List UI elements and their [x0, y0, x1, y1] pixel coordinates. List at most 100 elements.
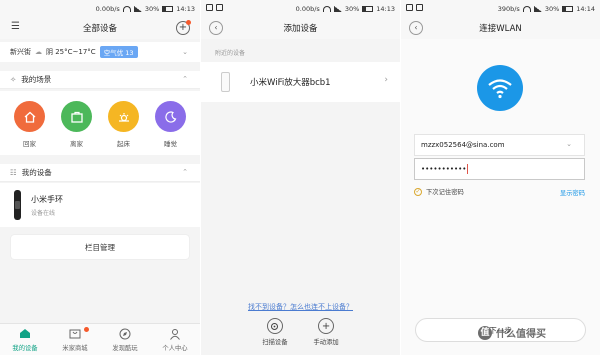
signal-icon [133, 5, 142, 12]
wifi-icon [477, 65, 523, 111]
tab-profile[interactable]: 个人中心 [162, 328, 188, 352]
watermark: 值 什么值得买 [478, 325, 546, 340]
devices-header[interactable]: ☷ 我的设备 ⌃ [0, 164, 200, 182]
tab-discover[interactable]: 发现酷玩 [112, 328, 138, 352]
phone-add-device: 0.00b/s 30% 14:13 ‹ 添加设备 附近的设备 小米WiFi放大器… [201, 0, 400, 355]
scene-label: 离家 [70, 140, 83, 148]
briefcase-icon [61, 101, 92, 132]
remember-password-checkbox[interactable]: ✓ 下次记住密码 [414, 187, 464, 196]
chevron-right-icon: › [384, 75, 388, 85]
tab-label: 发现酷玩 [112, 344, 138, 352]
manage-columns-button[interactable]: 栏目管理 [11, 235, 189, 259]
scene-wake[interactable]: 起床 [108, 101, 139, 155]
back-button[interactable]: ‹ [409, 21, 423, 35]
scan-icon [266, 318, 283, 334]
chevron-up-icon[interactable]: ⌃ [182, 75, 188, 83]
scene-list: 回家 离家 起床 睡觉 [0, 91, 200, 155]
home-icon [14, 101, 45, 132]
person-icon [169, 328, 182, 340]
battery-icon [562, 5, 574, 12]
tab-my-devices[interactable]: 我的设备 [12, 328, 38, 352]
chevron-down-icon[interactable]: ⌄ [566, 140, 572, 148]
signal-icon [333, 5, 342, 12]
scene-label: 回家 [23, 140, 36, 148]
ssid-select[interactable]: mzzx052564@sina.com ⌄ [414, 134, 585, 156]
add-device-button[interactable]: + [176, 20, 191, 35]
weather-bar[interactable]: 新兴街 ☁ 阴 25°C~17°C 空气优 13 ⌄ [0, 42, 200, 62]
status-bar: 0.00b/s 30% 14:13 [0, 0, 200, 17]
battery-icon [362, 5, 374, 12]
help-link[interactable]: 找不到设备？怎么也连不上设备？ [201, 302, 400, 312]
clock: 14:13 [176, 4, 195, 13]
wifi-status-icon [522, 5, 531, 12]
nearby-label: 附近的设备 [215, 50, 246, 57]
phone-connect-wlan: 390b/s 30% 14:14 ‹ 连接WLAN mzzx052564@sin… [401, 0, 600, 355]
tab-store[interactable]: 米家商城 [62, 326, 89, 352]
wifi-status-icon [322, 5, 331, 12]
device-name: 小米手环 [31, 194, 63, 204]
clock: 14:14 [576, 4, 595, 13]
title-bar: ‹ 添加设备 [201, 17, 400, 39]
clock: 14:13 [376, 4, 395, 13]
watermark-text: 什么值得买 [496, 329, 546, 340]
device-item-extender[interactable]: 小米WiFi放大器bcb1 › [201, 62, 400, 102]
scene-leave[interactable]: 离家 [61, 101, 92, 155]
manual-add-button[interactable]: + 手动添加 [314, 318, 339, 346]
password-value: ••••••••••• [421, 165, 467, 173]
menu-icon[interactable]: ☰ [11, 22, 20, 32]
show-password-link[interactable]: 显示密码 [560, 188, 585, 197]
text-cursor [467, 164, 469, 174]
battery-percent: 30% [344, 4, 360, 13]
gallery-notif-icon [206, 4, 213, 11]
net-speed: 390b/s [497, 4, 520, 13]
tab-label: 我的设备 [12, 344, 38, 352]
title-bar: ‹ 连接WLAN [401, 17, 600, 39]
chevron-up-icon[interactable]: ⌃ [182, 168, 188, 176]
title-bar: ☰ 全部设备 + [0, 17, 200, 39]
phone-all-devices: 0.00b/s 30% 14:13 ☰ 全部设备 + 新兴街 ☁ 阴 25°C~… [0, 0, 200, 355]
remember-label: 下次记住密码 [426, 189, 464, 196]
page-title: 添加设备 [283, 24, 318, 34]
page-title: 连接WLAN [479, 24, 522, 34]
scene-home[interactable]: 回家 [14, 101, 45, 155]
status-bar: 0.00b/s 30% 14:13 [201, 0, 400, 17]
bottom-tab-bar: 我的设备 米家商城 发现酷玩 个人中心 [0, 323, 200, 355]
weather-location: 新兴街 [10, 48, 31, 56]
scenes-header[interactable]: ✧ 我的场景 ⌃ [0, 71, 200, 89]
scenes-header-label: 我的场景 [21, 75, 52, 84]
moon-icon [155, 101, 186, 132]
scene-label: 起床 [117, 140, 130, 148]
watermark-logo: 值 [478, 325, 492, 340]
check-icon: ✓ [414, 187, 422, 196]
password-field[interactable]: ••••••••••• [414, 158, 585, 180]
action-label: 手动添加 [313, 339, 339, 346]
cloud-icon: ☁ [35, 48, 42, 56]
plus-icon: + [318, 318, 335, 334]
list-icon: ☷ [10, 168, 17, 177]
sun-icon [108, 101, 139, 132]
device-status: 设备在线 [31, 209, 56, 217]
scene-label: 睡觉 [164, 140, 177, 148]
battery-icon [162, 5, 174, 12]
compass-icon [119, 328, 132, 340]
notification-dot [186, 20, 191, 25]
tab-label: 米家商城 [62, 344, 88, 352]
scan-button[interactable]: 扫描设备 [262, 318, 288, 346]
signal-icon [533, 5, 542, 12]
device-item-band[interactable]: 小米手环 设备在线 [0, 183, 200, 227]
devices-header-label: 我的设备 [21, 168, 52, 177]
fitness-band-icon [14, 190, 21, 220]
status-bar: 390b/s 30% 14:14 [401, 0, 600, 17]
store-icon [69, 326, 89, 340]
battery-percent: 30% [144, 4, 160, 13]
back-button[interactable]: ‹ [209, 21, 223, 35]
home-tab-icon [19, 328, 32, 340]
scene-sleep[interactable]: 睡觉 [155, 101, 186, 155]
app-notif-icon [216, 4, 223, 11]
net-speed: 0.00b/s [295, 4, 320, 13]
net-speed: 0.00b/s [95, 4, 120, 13]
weather-condition: 阴 25°C~17°C [46, 48, 96, 56]
gallery-notif-icon [406, 4, 413, 11]
page-title: 全部设备 [82, 24, 117, 34]
chevron-down-icon[interactable]: ⌄ [182, 48, 188, 56]
